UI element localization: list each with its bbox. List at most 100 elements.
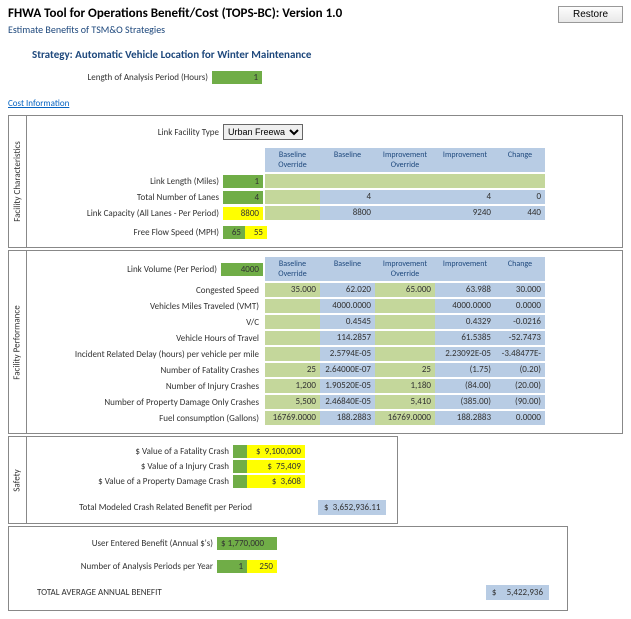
analysis-length-label: Length of Analysis Period (Hours)	[32, 72, 212, 83]
cell	[375, 206, 435, 220]
cell	[320, 174, 375, 188]
cell: 114.2857	[320, 331, 375, 345]
fp-row-label: Congested Speed	[33, 285, 263, 296]
col-improvement-override: Improvement Override	[375, 148, 435, 172]
cell	[375, 315, 435, 329]
cell	[265, 190, 320, 204]
fp-row-label: V/C	[33, 317, 263, 328]
facility-type-select[interactable]: Urban Freewa	[223, 124, 303, 140]
cell: 2.23092E-05	[435, 347, 495, 361]
cell: 61.5385	[435, 331, 495, 345]
periods-label: Number of Analysis Periods per Year	[17, 561, 217, 572]
safety-value[interactable]: $ 9,100,000	[247, 445, 305, 458]
cell: 5,500	[265, 395, 320, 409]
cell: 0.0000	[495, 411, 545, 425]
ffs-label: Free Flow Speed (MPH)	[33, 227, 223, 238]
cell: 35.000	[265, 283, 320, 297]
cell: 65.000	[375, 283, 435, 297]
strategy-heading: Strategy: Automatic Vehicle Location for…	[32, 48, 623, 61]
cell: (84.00)	[435, 379, 495, 393]
fp-row-label: Incident Related Delay (hours) per vehic…	[33, 349, 263, 360]
safety-value[interactable]: $ 75,409	[247, 460, 305, 473]
link-volume-input[interactable]: 4000	[221, 263, 263, 276]
total-annual-value: $ 5,422,936	[486, 585, 549, 600]
cell	[265, 331, 320, 345]
cell: 188.2883	[320, 411, 375, 425]
analysis-length-input[interactable]: 1	[212, 71, 262, 84]
cell: -3.48477E-06	[495, 347, 545, 361]
cell: 2.64000E-07	[320, 363, 375, 377]
cell	[265, 174, 320, 188]
cost-info-link[interactable]: Cost Information	[8, 98, 623, 109]
cell: 1.90520E-05	[320, 379, 375, 393]
cell	[375, 174, 435, 188]
ffs-green[interactable]: 65	[223, 226, 245, 239]
cell: 4000.0000	[435, 299, 495, 313]
user-benefit-input[interactable]: $ 1,770,000	[217, 537, 277, 550]
facility-type-label: Link Facility Type	[33, 127, 223, 138]
link-volume-label: Link Volume (Per Period)	[33, 264, 221, 275]
safety-panel: Safety $ Value of a Fatality Crash $ 9,10…	[8, 436, 398, 524]
safety-side-label: Safety	[12, 469, 23, 491]
total-annual-label: TOTAL AVERAGE ANNUAL BENEFIT	[17, 587, 217, 598]
cell: 0.4545	[320, 315, 375, 329]
fp-row-label: Fuel consumption (Gallons)	[33, 413, 263, 424]
link-length-input[interactable]: 1	[223, 175, 263, 188]
cell: -0.0216	[495, 315, 545, 329]
cell	[265, 347, 320, 361]
cell	[375, 347, 435, 361]
cell: 16769.0000	[265, 411, 320, 425]
cell: 5,410	[375, 395, 435, 409]
cell: (20.00)	[495, 379, 545, 393]
cell: 2.46840E-05	[320, 395, 375, 409]
fp-row-label: Vehicle Hours of Travel	[33, 333, 263, 344]
cell: (0.20)	[495, 363, 545, 377]
fp-row-label: Number of Property Damage Only Crashes	[33, 397, 263, 408]
cell: (90.00)	[495, 395, 545, 409]
cell: (1.75)	[435, 363, 495, 377]
col-change: Change	[495, 148, 545, 172]
dollar-prefix	[233, 460, 247, 473]
fp-row-label: Number of Injury Crashes	[33, 381, 263, 392]
safety-value[interactable]: $ 3,608	[247, 475, 305, 488]
safety-total-label: Total Modeled Crash Related Benefit per …	[33, 502, 258, 513]
fp-col-i: Improvement	[435, 257, 495, 281]
dollar-prefix	[233, 475, 247, 488]
cell	[495, 174, 545, 188]
cell: 188.2883	[435, 411, 495, 425]
restore-button[interactable]: Restore	[558, 6, 623, 23]
page-subtitle: Estimate Benefits of TSM&O Strategies	[8, 23, 342, 36]
periods-green[interactable]: 1	[217, 560, 247, 573]
ffs-yellow[interactable]: 55	[245, 226, 267, 239]
fp-row-label: Vehicles Miles Traveled (VMT)	[33, 301, 263, 312]
col-baseline-override: Baseline Override	[265, 148, 320, 172]
capacity-input[interactable]: 8800	[223, 207, 263, 220]
fp-col-io: Improvement Override	[375, 257, 435, 281]
cell	[435, 174, 495, 188]
col-improvement: Improvement	[435, 148, 495, 172]
fp-col-c: Change	[495, 257, 545, 281]
col-baseline: Baseline	[320, 148, 375, 172]
cell: 0	[495, 190, 545, 204]
safety-row-label: $ Value of a Fatality Crash	[33, 446, 233, 457]
facility-performance-panel: Facility Performance Link Volume (Per Pe…	[8, 250, 623, 434]
periods-yellow[interactable]: 250	[247, 560, 277, 573]
cell: 1,180	[375, 379, 435, 393]
cell: 1,200	[265, 379, 320, 393]
cell: 4	[435, 190, 495, 204]
lanes-input[interactable]: 4	[223, 191, 263, 204]
cell: 62.020	[320, 283, 375, 297]
fp-row-label: Number of Fatality Crashes	[33, 365, 263, 376]
capacity-label: Link Capacity (All Lanes - Per Period)	[33, 208, 223, 219]
cell: 16769.0000	[375, 411, 435, 425]
user-benefit-label: User Entered Benefit (Annual $'s)	[17, 538, 217, 549]
cell: 0.0000	[495, 299, 545, 313]
cell: 25	[265, 363, 320, 377]
cell	[265, 206, 320, 220]
safety-row-label: $ Value of a Injury Crash	[33, 461, 233, 472]
facility-characteristics-panel: Facility Characteristics Link Facility T…	[8, 115, 623, 248]
cell: 9240	[435, 206, 495, 220]
cell: 30.000	[495, 283, 545, 297]
cell: 4000.0000	[320, 299, 375, 313]
lanes-label: Total Number of Lanes	[33, 192, 223, 203]
